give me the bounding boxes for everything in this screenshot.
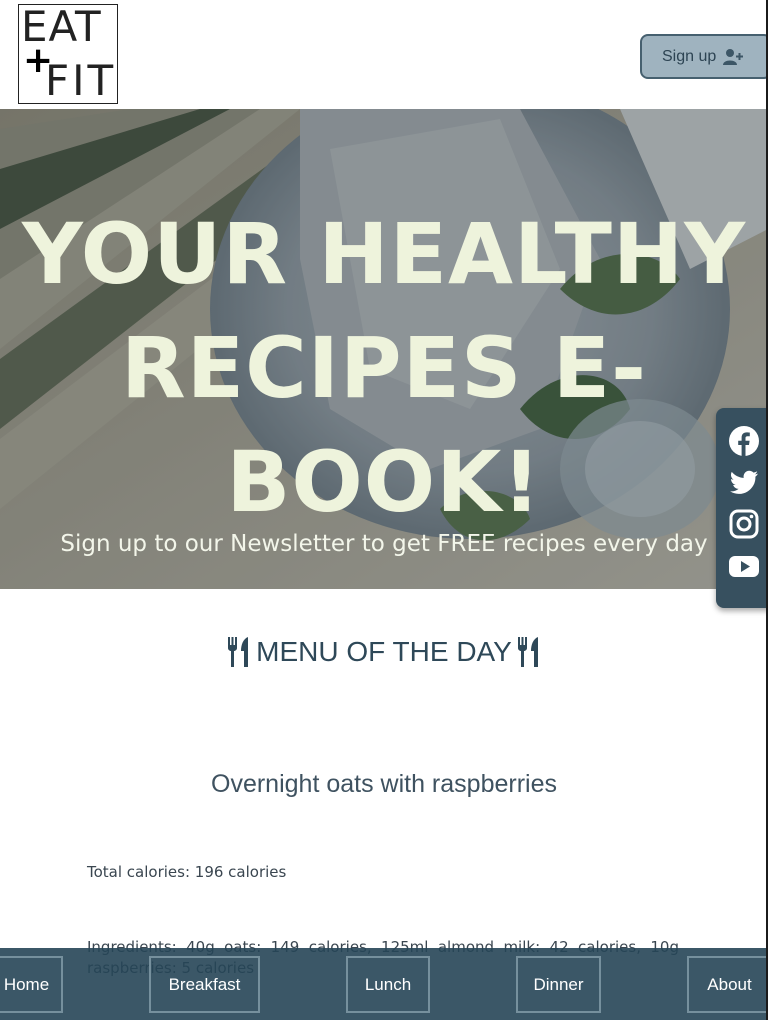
hero-title-line2: RECIPES E-BOOK! xyxy=(121,319,647,531)
nav-dinner[interactable]: Dinner xyxy=(516,956,601,1013)
total-calories: Total calories: 196 calories xyxy=(87,863,287,881)
social-sidebar xyxy=(716,408,768,608)
nav-dinner-label: Dinner xyxy=(533,974,584,994)
logo-fit-text: FIT xyxy=(45,56,117,105)
recipe-title: Overnight oats with raspberries xyxy=(211,770,557,798)
signup-label: Sign up xyxy=(662,47,717,65)
hero-title: YOUR HEALTHY RECIPES E-BOOK! xyxy=(0,197,768,539)
hero-title-line1: YOUR HEALTHY xyxy=(21,205,747,303)
hero-banner: YOUR HEALTHY RECIPES E-BOOK! Sign up to … xyxy=(0,109,768,589)
twitter-icon[interactable] xyxy=(727,465,761,499)
youtube-icon[interactable] xyxy=(727,549,761,583)
instagram-icon[interactable] xyxy=(727,507,761,541)
menu-heading-text: MENU OF THE DAY xyxy=(256,636,512,667)
logo[interactable]: EAT + FIT xyxy=(18,4,118,104)
hero-subtitle: Sign up to our Newsletter to get FREE re… xyxy=(60,531,708,557)
nav-home-label: Home xyxy=(3,974,50,994)
signup-button[interactable]: Sign up xyxy=(640,34,768,79)
nav-lunch[interactable]: Lunch xyxy=(346,956,430,1013)
bottom-nav: Home Breakfast Lunch Dinner About xyxy=(0,948,768,1020)
nav-about[interactable]: About xyxy=(687,956,768,1013)
facebook-icon[interactable] xyxy=(727,424,761,458)
user-plus-icon xyxy=(723,48,744,65)
utensils-icon xyxy=(228,637,249,667)
page: EAT + FIT Sign up YOUR HEALTHY RECIPES E… xyxy=(0,0,768,1020)
menu-heading: MENU OF THE DAY xyxy=(0,636,768,668)
nav-breakfast-label: Breakfast xyxy=(168,974,241,994)
nav-about-label: About xyxy=(707,974,752,994)
nav-lunch-label: Lunch xyxy=(364,974,412,994)
nav-breakfast[interactable]: Breakfast xyxy=(149,956,260,1013)
nav-home[interactable]: Home xyxy=(0,956,63,1013)
utensils-icon xyxy=(517,637,538,667)
